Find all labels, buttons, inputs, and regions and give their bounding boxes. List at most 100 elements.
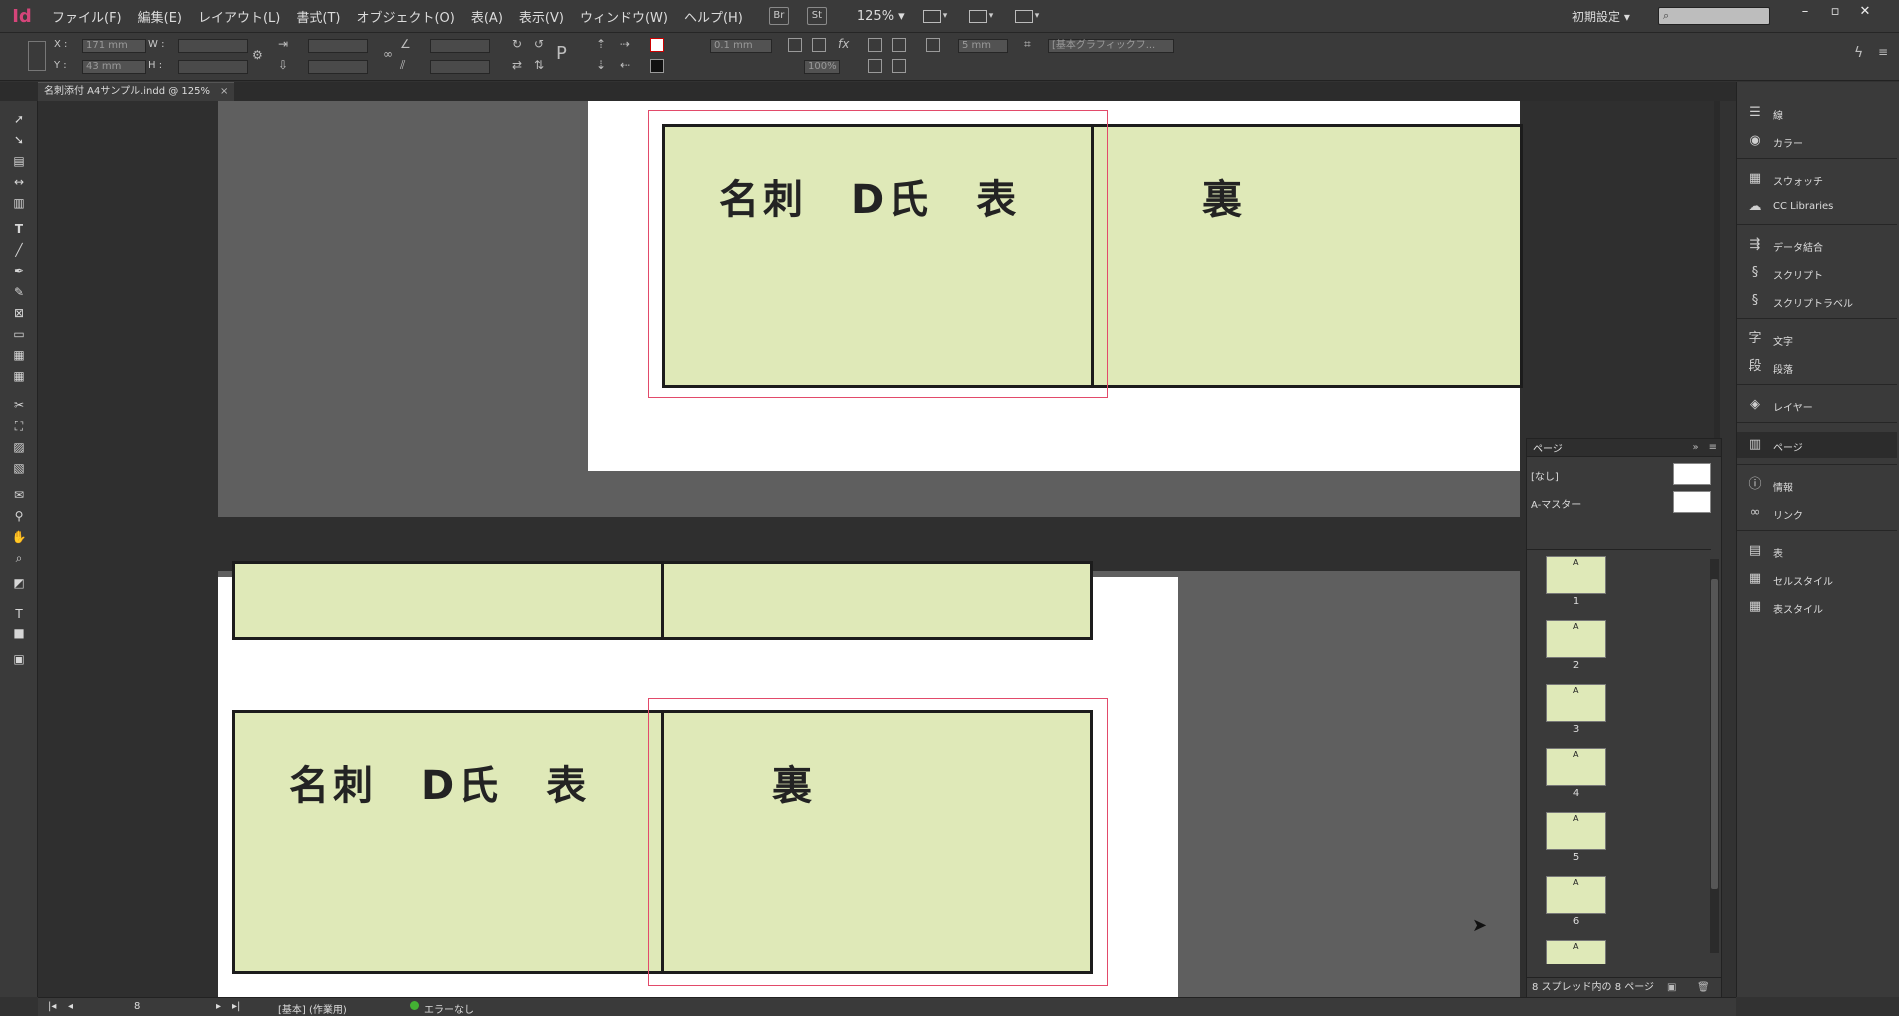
dock-data-merge[interactable]: ⇶ データ結合: [1737, 232, 1897, 258]
frame-gap-field[interactable]: 5 mm: [958, 39, 1008, 53]
corner-options-icon[interactable]: [926, 38, 940, 52]
dock-scripts[interactable]: § スクリプト: [1737, 260, 1897, 286]
dock-table[interactable]: ▤ 表: [1737, 538, 1897, 564]
page-thumb-1[interactable]: A: [1546, 556, 1606, 594]
business-card-partial-left[interactable]: [232, 561, 664, 640]
eyedropper-tool-icon[interactable]: ⚲: [10, 508, 28, 524]
page-thumb-6[interactable]: A: [1546, 876, 1606, 914]
fit-content-icon[interactable]: [868, 59, 882, 73]
shear-field[interactable]: [430, 60, 490, 74]
stock-button[interactable]: St: [806, 7, 827, 25]
pen-tool-icon[interactable]: ✒: [10, 263, 28, 279]
minimize-icon[interactable]: –: [1794, 4, 1816, 24]
close-icon[interactable]: ✕: [1854, 4, 1876, 24]
h-field[interactable]: [178, 60, 248, 74]
pages-scroll-thumb[interactable]: [1711, 579, 1718, 889]
object-style-select[interactable]: [基本グラフィックフ...: [1048, 39, 1174, 53]
workspace-select[interactable]: 初期設定 ▾: [1572, 8, 1630, 25]
fill-stroke-icon[interactable]: ◩: [10, 575, 28, 591]
page-tool-icon[interactable]: ▤: [10, 153, 28, 169]
last-page-icon[interactable]: ▸|: [232, 1001, 240, 1012]
panel-menu-icon[interactable]: ≡: [1878, 45, 1888, 59]
frame-fitting-icon[interactable]: [788, 38, 802, 52]
arrange-documents-icon[interactable]: ▾: [1014, 8, 1043, 24]
screen-mode-tool-icon[interactable]: ▣: [10, 651, 28, 667]
scissors-tool-icon[interactable]: ✂: [10, 397, 28, 413]
dock-table-styles[interactable]: ▦ 表スタイル: [1737, 594, 1897, 620]
zoom-tool-icon[interactable]: ⌕: [10, 550, 28, 566]
rectangle-frame-tool-icon[interactable]: ⊠: [10, 305, 28, 321]
grid-tool-icon[interactable]: ▦: [10, 347, 28, 363]
link-icon[interactable]: ∞: [383, 47, 393, 61]
table-tool-icon[interactable]: ▦: [10, 368, 28, 384]
apply-color-icon[interactable]: ■: [10, 625, 28, 641]
free-transform-tool-icon[interactable]: ⛶: [10, 418, 28, 434]
dock-pages[interactable]: ▥ ページ: [1737, 432, 1897, 458]
new-page-icon[interactable]: ▣: [1667, 978, 1676, 998]
page-thumb-7[interactable]: A: [1546, 940, 1606, 964]
dock-layers[interactable]: ◈ レイヤー: [1737, 392, 1897, 418]
select-container-icon[interactable]: ⇡: [596, 37, 606, 51]
constrain-icon[interactable]: ⚙: [252, 48, 263, 62]
dock-links[interactable]: ∞ リンク: [1737, 500, 1897, 526]
auto-fit-icon[interactable]: [892, 38, 906, 52]
master-status[interactable]: [基本] (作業用): [278, 1001, 347, 1016]
help-search-input[interactable]: ⌕: [1658, 7, 1770, 25]
page-thumb-5[interactable]: A: [1546, 812, 1606, 850]
menu-file[interactable]: ファイル(F): [44, 7, 130, 26]
business-card-back[interactable]: 裏: [1091, 124, 1523, 388]
business-card-partial-right[interactable]: [661, 561, 1093, 640]
zoom-select[interactable]: 125% ▾: [857, 9, 905, 24]
menu-layout[interactable]: レイアウト(L): [190, 7, 288, 26]
selection-tool-icon[interactable]: ➚: [10, 111, 28, 127]
prev-page-icon[interactable]: ◂: [68, 1001, 73, 1012]
flip-h-icon[interactable]: ⇄: [512, 58, 522, 72]
rotate-cw-icon[interactable]: ↻: [512, 37, 522, 51]
formatting-affects-icon[interactable]: T: [10, 606, 28, 622]
reference-point-icon[interactable]: [28, 41, 46, 71]
screen-mode-icon[interactable]: ▾: [968, 8, 997, 24]
menu-edit[interactable]: 編集(E): [130, 7, 190, 26]
select-previous-icon[interactable]: ⇠: [620, 58, 630, 72]
w-field[interactable]: [178, 39, 248, 53]
scale-x-field[interactable]: [308, 39, 368, 53]
page-thumb-4[interactable]: A: [1546, 748, 1606, 786]
business-card-front-2[interactable]: 名刺 D氏 表: [232, 710, 664, 974]
master-none[interactable]: [なし]: [1527, 461, 1717, 487]
stroke-swatch-icon[interactable]: [650, 59, 664, 73]
scale-y-field[interactable]: [308, 60, 368, 74]
y-field[interactable]: 43 mm: [82, 60, 146, 74]
maximize-icon[interactable]: ▫: [1824, 4, 1846, 24]
fill-swatch-icon[interactable]: [650, 38, 664, 52]
dock-character[interactable]: 字文字: [1737, 326, 1897, 352]
menu-table[interactable]: 表(A): [463, 7, 511, 26]
select-content-icon[interactable]: ⇣: [596, 58, 606, 72]
dock-info[interactable]: ⓘ 情報: [1737, 472, 1897, 498]
text-wrap-icon[interactable]: [868, 38, 882, 52]
select-next-icon[interactable]: ⇢: [620, 37, 630, 51]
panel-collapse-icon[interactable]: »: [1692, 442, 1698, 453]
opacity-field[interactable]: 100%: [804, 60, 840, 74]
content-p-icon[interactable]: P: [556, 43, 567, 64]
flip-v-icon[interactable]: ⇅: [534, 58, 544, 72]
menu-object[interactable]: オブジェクト(O): [348, 7, 462, 26]
rectangle-tool-icon[interactable]: ▭: [10, 326, 28, 342]
stroke-weight-field[interactable]: 0.1 mm: [710, 39, 772, 53]
pages-panel-menu-icon[interactable]: ≡: [1709, 442, 1717, 453]
gradient-feather-tool-icon[interactable]: ▧: [10, 460, 28, 476]
page-thumb-2[interactable]: A: [1546, 620, 1606, 658]
preflight-status[interactable]: エラーなし: [424, 1001, 474, 1016]
rotate-field[interactable]: [430, 39, 490, 53]
direct-selection-tool-icon[interactable]: ➘: [10, 132, 28, 148]
dock-cc-libraries[interactable]: ☁ CC Libraries: [1737, 194, 1897, 220]
dock-swatches[interactable]: ▦ スウォッチ: [1737, 166, 1897, 192]
drop-shadow-icon[interactable]: [812, 38, 826, 52]
pencil-tool-icon[interactable]: ✎: [10, 284, 28, 300]
dock-script-label[interactable]: § スクリプトラベル: [1737, 288, 1897, 314]
menu-window[interactable]: ウィンドウ(W): [572, 7, 676, 26]
pages-panel-header[interactable]: ページ » ≡: [1527, 439, 1721, 457]
menu-type[interactable]: 書式(T): [288, 7, 348, 26]
next-page-icon[interactable]: ▸: [216, 1001, 221, 1012]
hand-tool-icon[interactable]: ✋: [10, 529, 28, 545]
document-canvas[interactable]: 名刺 D氏 表 裏 名刺 D氏 表 裏: [38, 101, 1720, 997]
